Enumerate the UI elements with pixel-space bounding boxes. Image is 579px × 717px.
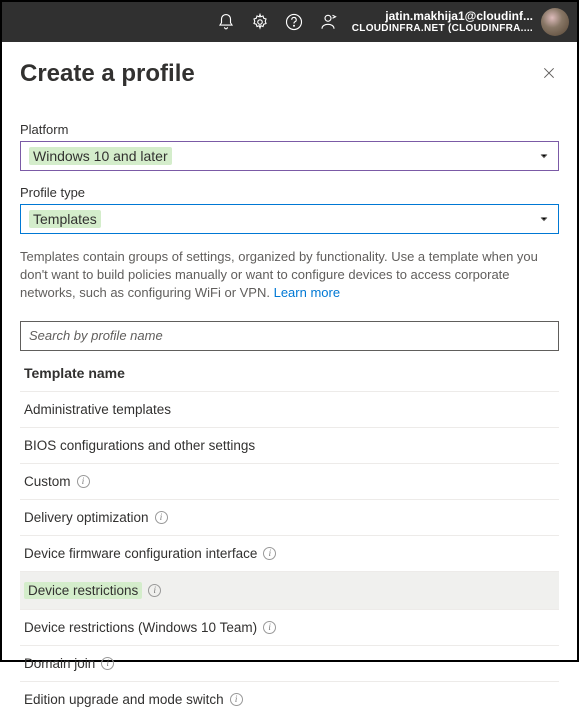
template-label: Custom [24, 474, 71, 489]
info-icon[interactable]: i [263, 621, 276, 634]
info-icon[interactable]: i [101, 657, 114, 670]
list-item[interactable]: Edition upgrade and mode switch i [20, 681, 559, 717]
close-icon[interactable] [541, 65, 559, 83]
list-item[interactable]: Device restrictions i [20, 571, 559, 609]
template-label: Domain join [24, 656, 95, 671]
list-item[interactable]: Domain join i [20, 645, 559, 681]
list-item[interactable]: Administrative templates [20, 391, 559, 427]
info-icon[interactable]: i [155, 511, 168, 524]
platform-field: Platform Windows 10 and later [20, 122, 559, 171]
info-icon[interactable]: i [148, 584, 161, 597]
info-icon[interactable]: i [77, 475, 90, 488]
user-org: CLOUDINFRA.NET (CLOUDINFRA.... [352, 23, 533, 34]
templates-description: Templates contain groups of settings, or… [20, 248, 559, 303]
user-email: jatin.makhija1@cloudinf... [352, 10, 533, 23]
settings-icon[interactable] [250, 12, 270, 32]
learn-more-link[interactable]: Learn more [274, 285, 340, 300]
create-profile-panel: Create a profile Platform Windows 10 and… [2, 42, 577, 717]
list-item[interactable]: Device restrictions (Windows 10 Team) i [20, 609, 559, 645]
template-list: Administrative templates BIOS configurati… [20, 391, 559, 717]
template-label: Delivery optimization [24, 510, 149, 525]
list-item[interactable]: Delivery optimization i [20, 499, 559, 535]
template-label: Device restrictions (Windows 10 Team) [24, 620, 257, 635]
chevron-down-icon [538, 213, 550, 225]
list-item[interactable]: BIOS configurations and other settings [20, 427, 559, 463]
info-icon[interactable]: i [230, 693, 243, 706]
platform-label: Platform [20, 122, 559, 137]
template-name-header: Template name [20, 355, 559, 391]
profile-type-value: Templates [29, 210, 101, 228]
profile-type-select[interactable]: Templates [20, 204, 559, 234]
feedback-icon[interactable] [318, 12, 338, 32]
template-label: Administrative templates [24, 402, 171, 417]
notifications-icon[interactable] [216, 12, 236, 32]
list-item[interactable]: Device firmware configuration interface i [20, 535, 559, 571]
user-menu[interactable]: jatin.makhija1@cloudinf... CLOUDINFRA.NE… [352, 8, 569, 36]
info-icon[interactable]: i [263, 547, 276, 560]
top-bar: jatin.makhija1@cloudinf... CLOUDINFRA.NE… [2, 2, 577, 42]
list-item[interactable]: Customi [20, 463, 559, 499]
profile-type-field: Profile type Templates [20, 185, 559, 234]
template-label: Edition upgrade and mode switch [24, 692, 224, 707]
template-label: BIOS configurations and other settings [24, 438, 255, 453]
platform-select[interactable]: Windows 10 and later [20, 141, 559, 171]
search-input[interactable] [20, 321, 559, 351]
avatar[interactable] [541, 8, 569, 36]
platform-value: Windows 10 and later [29, 147, 172, 165]
template-label: Device firmware configuration interface [24, 546, 257, 561]
page-title: Create a profile [20, 60, 195, 88]
profile-type-label: Profile type [20, 185, 559, 200]
template-label: Device restrictions [24, 582, 142, 599]
chevron-down-icon [538, 150, 550, 162]
help-icon[interactable] [284, 12, 304, 32]
